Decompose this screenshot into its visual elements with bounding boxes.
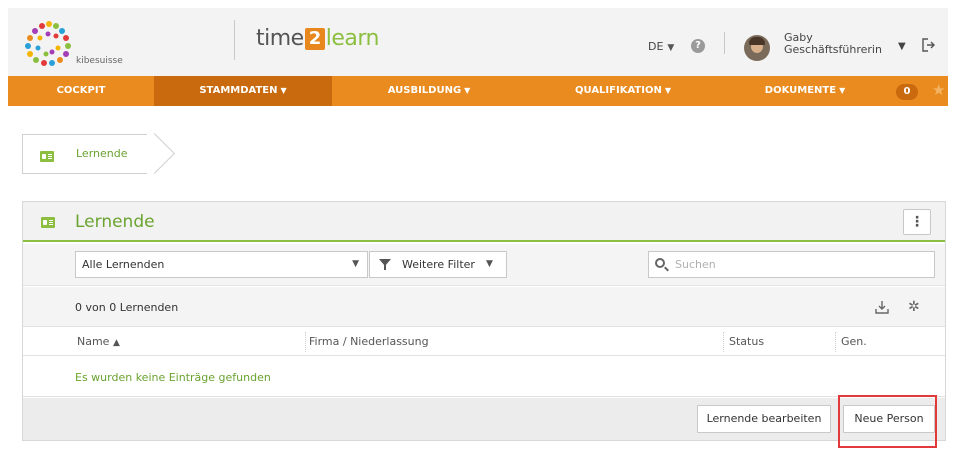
- column-separator: [723, 332, 724, 352]
- result-count: 0 von 0 Lernenden: [75, 301, 179, 314]
- column-label: Name: [77, 335, 110, 348]
- language-selector[interactable]: DE ▼: [648, 40, 674, 53]
- nav-item-dokumente[interactable]: DOKUMENTE ▼: [720, 76, 890, 106]
- chevron-down-icon: ▼: [280, 86, 287, 95]
- more-options-button[interactable]: ⋮: [903, 209, 931, 235]
- column-separator: [305, 332, 306, 352]
- nav-item-cockpit[interactable]: COCKPIT: [8, 76, 154, 106]
- column-header-name[interactable]: Name ▲: [77, 335, 120, 348]
- export-icon[interactable]: [875, 300, 889, 314]
- empty-message: Es wurden keine Einträge gefunden: [75, 371, 271, 384]
- nav-label: COCKPIT: [56, 85, 106, 96]
- chevron-down-icon: ▼: [664, 86, 671, 95]
- column-separator: [835, 332, 836, 352]
- chevron-down-icon[interactable]: ▼: [898, 41, 906, 52]
- brand-part-time: time: [256, 26, 304, 51]
- panel-footer: Lernende bearbeiten Neue Person: [23, 398, 945, 440]
- brand-part-2: 2: [304, 28, 325, 50]
- panel-header: Lernende ⋮: [23, 202, 945, 242]
- sort-ascending-icon: ▲: [112, 338, 120, 348]
- more-filters-label: Weitere Filter: [402, 258, 475, 271]
- notification-badge[interactable]: 0: [896, 84, 918, 100]
- header-divider: [234, 20, 235, 60]
- brand-part-learn: learn: [325, 26, 380, 51]
- user-menu[interactable]: Gaby Geschäftsführerin: [784, 32, 882, 56]
- chevron-down-icon: ▼: [352, 259, 359, 269]
- filter-icon: [379, 259, 391, 270]
- logo-text: kibesuisse: [76, 56, 123, 66]
- filter-bar: Alle Lernenden ▼ Weitere Filter ▼: [23, 244, 945, 286]
- nav-label: QUALIFIKATION: [575, 85, 662, 96]
- header-divider: [724, 32, 725, 54]
- star-icon[interactable]: ★: [932, 81, 945, 99]
- highlight-box: [838, 395, 937, 448]
- more-filters-button[interactable]: Weitere Filter ▼: [369, 251, 507, 278]
- column-header-gender[interactable]: Gen.: [841, 335, 867, 348]
- logout-icon[interactable]: [922, 38, 936, 52]
- avatar-hair: [749, 37, 765, 45]
- gear-icon[interactable]: ✲: [908, 299, 920, 315]
- select-value: Alle Lernenden: [82, 258, 165, 271]
- panel-title: Lernende: [75, 212, 155, 232]
- nav-item-stammdaten[interactable]: STAMMDATEN ▼: [154, 76, 332, 106]
- column-header-status[interactable]: Status: [729, 335, 764, 348]
- count-bar: 0 von 0 Lernenden ✲: [23, 287, 945, 327]
- nav-label: STAMMDATEN: [199, 85, 278, 96]
- nav-item-qualifikation[interactable]: QUALIFIKATION ▼: [526, 76, 720, 106]
- breadcrumb-label[interactable]: Lernende: [76, 147, 128, 160]
- chevron-down-icon: ▼: [839, 86, 846, 95]
- language-label: DE: [648, 40, 664, 53]
- edit-learners-button[interactable]: Lernende bearbeiten: [697, 405, 831, 433]
- learner-filter-select[interactable]: Alle Lernenden ▼: [75, 251, 368, 278]
- search-icon: [655, 258, 665, 268]
- column-header-company[interactable]: Firma / Niederlassung: [309, 335, 429, 348]
- avatar[interactable]: [744, 35, 770, 61]
- app-header: kibesuisse time 2 learn DE ▼ ? Gaby Geschäf…: [8, 8, 948, 76]
- table-row: Es wurden keine Einträge gefunden: [23, 357, 945, 397]
- nav-label: DOKUMENTE: [764, 85, 837, 96]
- nav-item-ausbildung[interactable]: AUSBILDUNG ▼: [332, 76, 526, 106]
- learners-panel: Lernende ⋮ Alle Lernenden ▼ Weitere Filt…: [22, 201, 946, 441]
- id-card-icon: [41, 217, 55, 228]
- nav-label: AUSBILDUNG: [387, 85, 462, 96]
- search-input[interactable]: [648, 251, 935, 278]
- chevron-down-icon: ▼: [486, 259, 493, 269]
- main-nav: COCKPIT STAMMDATEN ▼ AUSBILDUNG ▼ QUALIFIK…: [8, 76, 948, 106]
- chevron-down-icon: ▼: [667, 43, 675, 53]
- brand-title: time 2 learn: [256, 26, 379, 51]
- table-header: Name ▲ Firma / Niederlassung Status Gen.: [23, 328, 945, 356]
- chevron-down-icon: ▼: [464, 86, 471, 95]
- kibesuisse-logo[interactable]: [22, 18, 82, 70]
- id-card-icon: [40, 147, 54, 166]
- help-icon[interactable]: ?: [691, 39, 705, 53]
- user-role: Geschäftsführerin: [784, 43, 882, 56]
